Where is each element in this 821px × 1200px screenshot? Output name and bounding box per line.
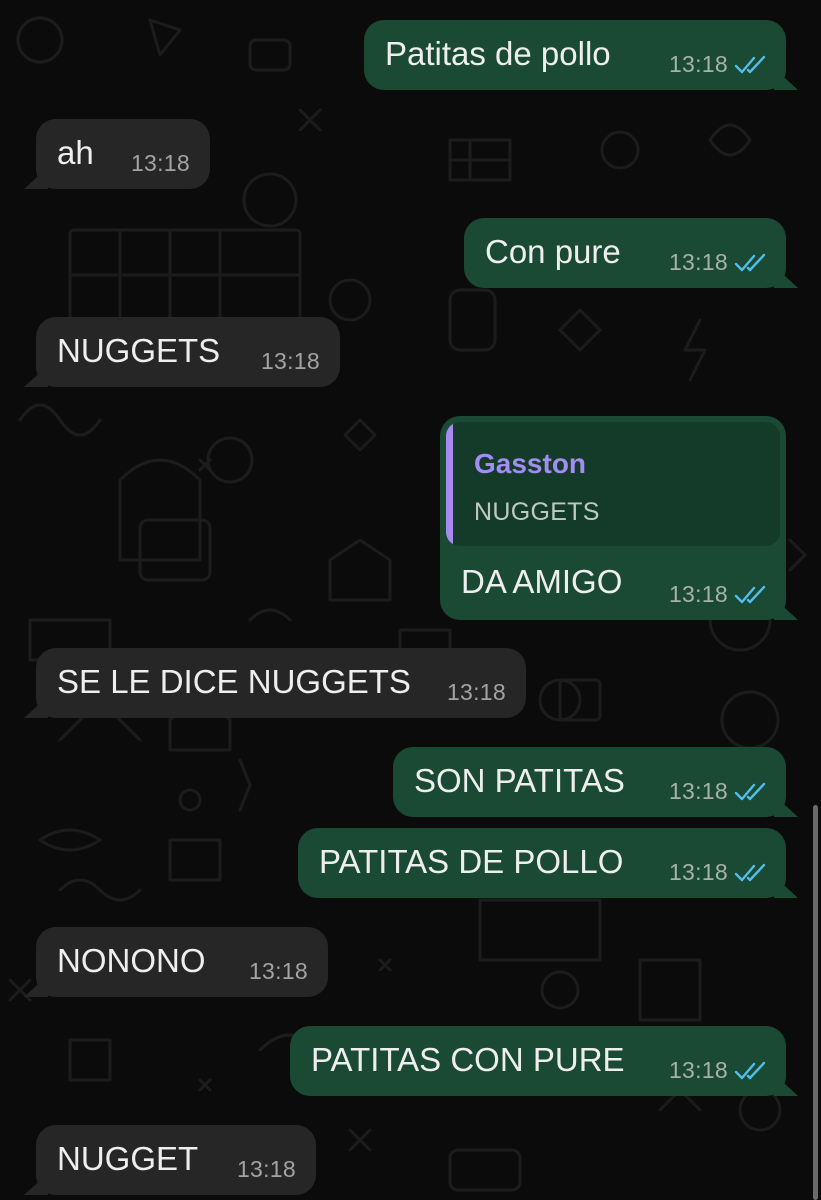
message-bubble-outgoing-reply[interactable]: Gasston NUGGETS DA AMIGO 13:18 — [440, 416, 786, 620]
message-time: 13:18 — [668, 859, 728, 885]
message-time: 13:18 — [668, 778, 728, 804]
message-time: 13:18 — [668, 581, 728, 607]
message-text: Patitas de pollo — [385, 35, 611, 72]
message-text: DA AMIGO — [461, 563, 623, 600]
read-receipt-icon — [734, 55, 766, 73]
message-bubble-incoming[interactable]: NONONO 13:18 — [36, 927, 328, 997]
message-bubble-outgoing[interactable]: Patitas de pollo 13:18 — [364, 20, 786, 90]
message-time: 13:18 — [130, 150, 190, 176]
message-time: 13:18 — [668, 51, 728, 77]
message-text: NUGGET — [57, 1140, 199, 1177]
message-text: NONONO — [57, 942, 206, 979]
message-text: SE LE DICE NUGGETS — [57, 663, 411, 700]
message-text: Con pure — [485, 233, 621, 270]
message-bubble-outgoing[interactable]: SON PATITAS 13:18 — [393, 747, 786, 817]
message-bubble-incoming[interactable]: ah 13:18 — [36, 119, 210, 189]
message-bubble-outgoing[interactable]: PATITAS CON PURE 13:18 — [290, 1026, 786, 1096]
read-receipt-icon — [734, 1061, 766, 1079]
message-text: SON PATITAS — [414, 762, 625, 799]
message-time: 13:18 — [260, 348, 320, 374]
read-receipt-icon — [734, 863, 766, 881]
message-bubble-outgoing[interactable]: PATITAS DE POLLO 13:18 — [298, 828, 786, 898]
chat-scrollbar[interactable] — [813, 805, 818, 1200]
message-time: 13:18 — [236, 1156, 296, 1182]
quote-accent-bar — [446, 422, 453, 546]
message-text: ah — [57, 134, 94, 171]
read-receipt-icon — [734, 585, 766, 603]
chat-thread: Patitas de pollo 13:18 ah 13:18 Con pure… — [0, 0, 821, 1200]
message-time: 13:18 — [668, 249, 728, 275]
message-bubble-incoming[interactable]: SE LE DICE NUGGETS 13:18 — [36, 648, 526, 718]
message-time: 13:18 — [446, 679, 506, 705]
message-time: 13:18 — [248, 958, 308, 984]
message-bubble-outgoing[interactable]: Con pure 13:18 — [464, 218, 786, 288]
message-time: 13:18 — [668, 1057, 728, 1083]
read-receipt-icon — [734, 782, 766, 800]
message-text: PATITAS CON PURE — [311, 1041, 625, 1078]
message-text: NUGGETS — [57, 332, 221, 369]
read-receipt-icon — [734, 253, 766, 271]
quoted-message[interactable]: Gasston NUGGETS — [446, 422, 780, 546]
message-bubble-incoming[interactable]: NUGGET 13:18 — [36, 1125, 316, 1195]
quoted-text: NUGGETS — [474, 498, 600, 526]
quoted-author: Gasston — [474, 448, 587, 479]
message-text: PATITAS DE POLLO — [319, 843, 624, 880]
message-bubble-incoming[interactable]: NUGGETS 13:18 — [36, 317, 340, 387]
